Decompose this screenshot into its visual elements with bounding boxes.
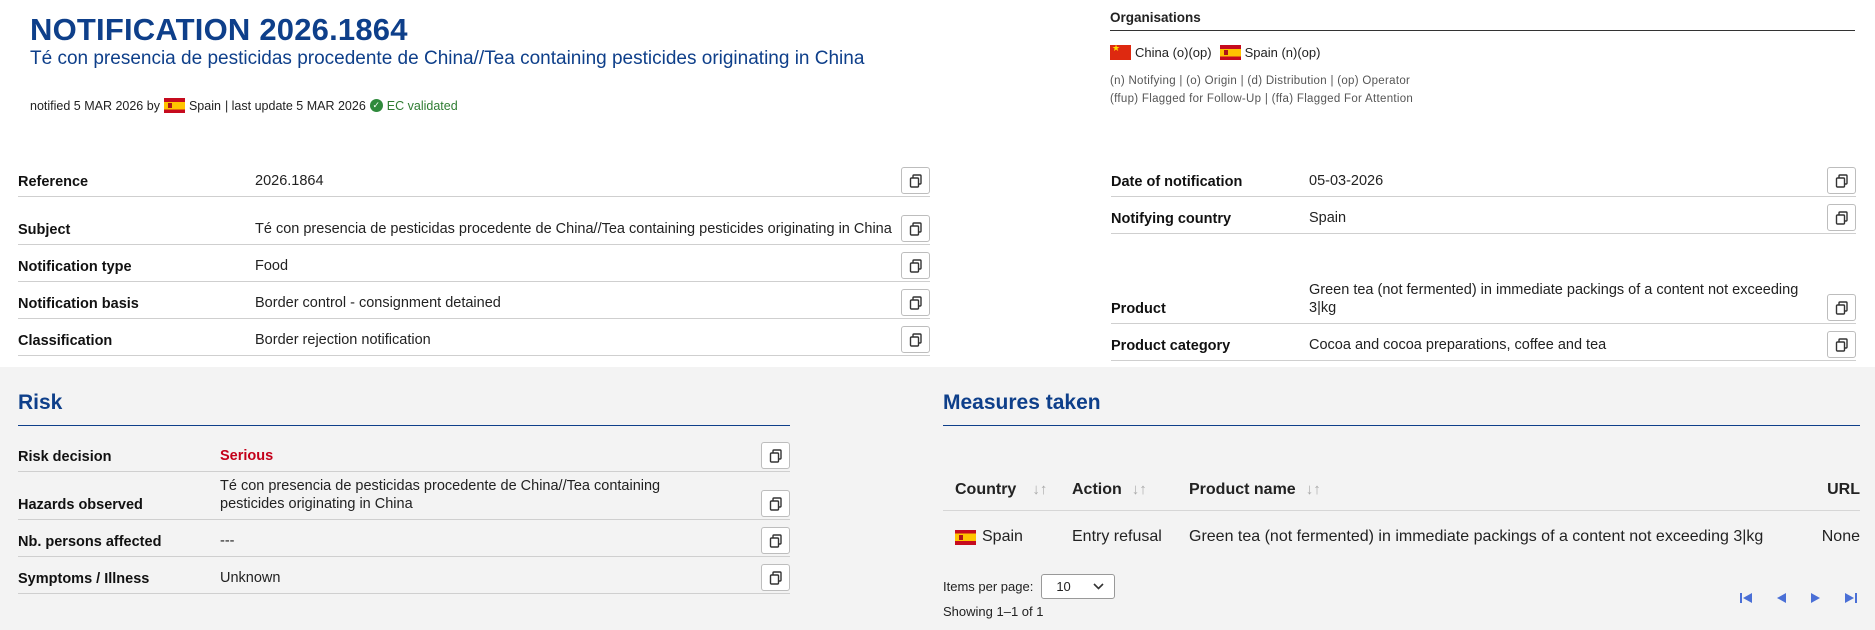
risk-row-hazards: Hazards observed Té con presencia de pes…: [18, 472, 790, 520]
pagination-buttons: [1735, 587, 1862, 609]
risk-row-decision: Risk decision Serious: [18, 435, 790, 472]
copy-button[interactable]: [901, 167, 930, 194]
range-label: Showing 1–1 of 1: [943, 604, 1044, 619]
risk-decision-value: Serious: [220, 448, 274, 464]
measures-table-header: Country ↓↑ Action ↓↑ Product name ↓↑ URL: [943, 469, 1860, 511]
notification-meta: notified 5 MAR 2026 by Spain | last upda…: [30, 98, 458, 113]
copy-button[interactable]: [901, 326, 930, 353]
last-update: | last update 5 MAR 2026: [224, 98, 366, 113]
copy-button[interactable]: [1827, 294, 1856, 321]
page-title: NOTIFICATION 2026.1864: [30, 12, 408, 47]
detail-row-product-category: Product category Cocoa and cocoa prepara…: [1111, 324, 1856, 361]
copy-icon: [909, 221, 922, 236]
sort-icon[interactable]: ↓↑: [1306, 481, 1321, 498]
previous-page-icon[interactable]: [1770, 587, 1792, 609]
column-country[interactable]: Country ↓↑: [943, 469, 1072, 510]
table-row: Spain Entry refusal Green tea (not ferme…: [943, 517, 1860, 557]
risk-row-symptoms: Symptoms / Illness Unknown: [18, 557, 790, 594]
cell-url: None: [1821, 528, 1860, 545]
column-product-name[interactable]: Product name ↓↑: [1189, 469, 1806, 510]
copy-button[interactable]: [761, 442, 790, 469]
measures-heading: Measures taken: [943, 391, 1860, 426]
organisations-panel: Organisations China (o)(op) Spain (n)(op…: [1110, 10, 1855, 108]
column-action[interactable]: Action ↓↑: [1072, 469, 1189, 510]
column-url: URL: [1827, 480, 1860, 498]
last-page-icon[interactable]: [1840, 587, 1862, 609]
detail-row-notification-basis: Notification basis Border control - cons…: [18, 282, 930, 319]
items-per-page-label: Items per page:: [943, 579, 1034, 594]
next-page-icon[interactable]: [1805, 587, 1827, 609]
china-flag-icon: [1110, 43, 1131, 60]
copy-button[interactable]: [901, 215, 930, 242]
cell-product-name: Green tea (not fermented) in immediate p…: [1189, 528, 1764, 545]
check-circle-icon: ✓: [369, 99, 383, 112]
sort-icon[interactable]: ↓↑: [1132, 481, 1147, 498]
copy-icon: [909, 295, 922, 310]
cell-action: Entry refusal: [1072, 528, 1162, 545]
detail-row-classification: Classification Border rejection notifica…: [18, 319, 930, 356]
copy-icon: [1835, 300, 1848, 315]
first-page-icon[interactable]: [1735, 587, 1757, 609]
detail-row-reference: Reference 2026.1864: [18, 160, 930, 197]
risk-heading: Risk: [18, 391, 790, 426]
spain-flag-icon: [1219, 45, 1241, 60]
copy-icon: [909, 173, 922, 188]
detail-row-notifying-country: Notifying country Spain: [1111, 197, 1856, 234]
organisations-legend: (n) Notifying | (o) Origin | (d) Distrib…: [1110, 75, 1414, 105]
copy-button[interactable]: [901, 289, 930, 316]
validated-badge: EC validated: [386, 98, 458, 113]
copy-icon: [769, 570, 782, 585]
paginator: Items per page: 10 Showing 1–1 of 1: [943, 574, 1116, 619]
detail-row-product: Product Green tea (not fermented) in imm…: [1111, 234, 1856, 324]
copy-button[interactable]: [901, 252, 930, 279]
notified-prefix: notified 5 MAR 2026 by: [30, 98, 160, 113]
copy-button[interactable]: [1827, 331, 1856, 358]
details-left-table: Reference 2026.1864 Subject Té con prese…: [18, 160, 930, 356]
organisation-spain[interactable]: Spain (n)(op): [1219, 45, 1320, 60]
copy-icon: [1835, 337, 1848, 352]
details-right-table: Date of notification 05-03-2026 Notifyin…: [1111, 160, 1856, 361]
spain-flag-icon: [955, 529, 976, 545]
detail-row-date-of-notification: Date of notification 05-03-2026: [1111, 160, 1856, 197]
copy-button[interactable]: [1827, 167, 1856, 194]
copy-button[interactable]: [1827, 204, 1856, 231]
risk-row-persons-affected: Nb. persons affected ---: [18, 520, 790, 557]
organisation-china[interactable]: China (o)(op): [1110, 43, 1212, 60]
cell-country: Spain: [943, 517, 1072, 557]
copy-icon: [1835, 173, 1848, 188]
copy-button[interactable]: [761, 564, 790, 591]
copy-button[interactable]: [761, 527, 790, 554]
chevron-down-icon: [1093, 583, 1104, 590]
copy-icon: [909, 258, 922, 273]
page-subtitle: Té con presencia de pesticidas procedent…: [30, 48, 865, 69]
copy-icon: [909, 332, 922, 347]
copy-icon: [769, 533, 782, 548]
items-per-page-select[interactable]: 10: [1041, 574, 1116, 599]
copy-icon: [1835, 210, 1848, 225]
copy-icon: [769, 448, 782, 463]
spain-flag-icon: [163, 98, 185, 113]
detail-row-subject: Subject Té con presencia de pesticidas p…: [18, 197, 930, 245]
notified-country: Spain: [188, 98, 221, 113]
detail-row-notification-type: Notification type Food: [18, 245, 930, 282]
organisations-heading: Organisations: [1110, 10, 1855, 31]
copy-button[interactable]: [761, 490, 790, 517]
sort-icon[interactable]: ↓↑: [1032, 481, 1047, 498]
copy-icon: [769, 496, 782, 511]
risk-table: Risk decision Serious Hazards observed T…: [18, 435, 790, 594]
organisations-list: China (o)(op) Spain (n)(op): [1110, 43, 1855, 60]
